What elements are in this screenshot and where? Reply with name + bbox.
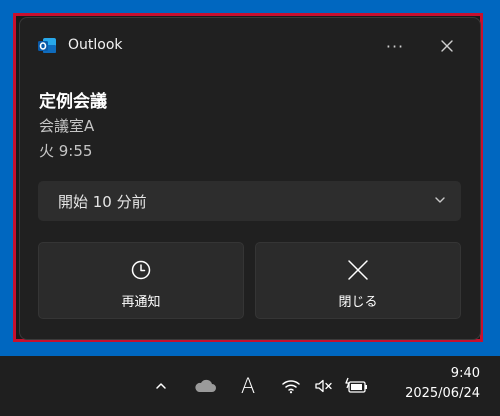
snooze-button-label: 再通知 [121, 295, 161, 310]
onedrive-tray-button[interactable] [190, 356, 220, 416]
snooze-time-value: 開始 10 分前 [58, 193, 147, 211]
more-options-button[interactable]: ··· [378, 32, 412, 60]
show-hidden-icons-button[interactable] [150, 356, 172, 416]
battery-charging-icon [345, 377, 367, 393]
meeting-title: 定例会議 [39, 92, 107, 112]
clock-icon [131, 260, 151, 280]
more-icon: ··· [385, 36, 405, 56]
clock-time: 9:40 [450, 366, 480, 381]
volume-button[interactable] [312, 356, 336, 416]
taskbar: A 9:40 2025/06/24 [0, 356, 500, 416]
outlook-reminder-notification: Outlook ··· 定例会議 会議室A 火 9:55 開始 10 分前 再通… [19, 17, 481, 340]
battery-button[interactable] [344, 356, 370, 416]
network-button[interactable] [279, 356, 303, 416]
meeting-time: 火 9:55 [39, 142, 93, 160]
clock-date: 2025/06/24 [405, 386, 480, 401]
snooze-time-select[interactable]: 開始 10 分前 [38, 181, 461, 221]
dismiss-button-label: 閉じる [338, 295, 378, 310]
cloud-icon [195, 379, 216, 392]
outlook-icon [38, 38, 56, 53]
snooze-button[interactable]: 再通知 [38, 242, 244, 319]
taskbar-clock[interactable]: 9:40 2025/06/24 [380, 364, 480, 404]
mute-speaker-icon [315, 379, 332, 393]
x-icon [348, 260, 368, 280]
close-icon [441, 40, 453, 52]
close-notification-button[interactable] [430, 32, 464, 60]
app-name: Outlook [68, 37, 123, 53]
ime-indicator[interactable]: A [236, 356, 260, 416]
chevron-up-icon [156, 383, 166, 389]
meeting-location: 会議室A [39, 117, 95, 135]
ime-mode-label: A [240, 374, 256, 398]
chevron-down-icon [435, 197, 445, 203]
dismiss-button[interactable]: 閉じる [255, 242, 461, 319]
wifi-icon [282, 380, 300, 394]
